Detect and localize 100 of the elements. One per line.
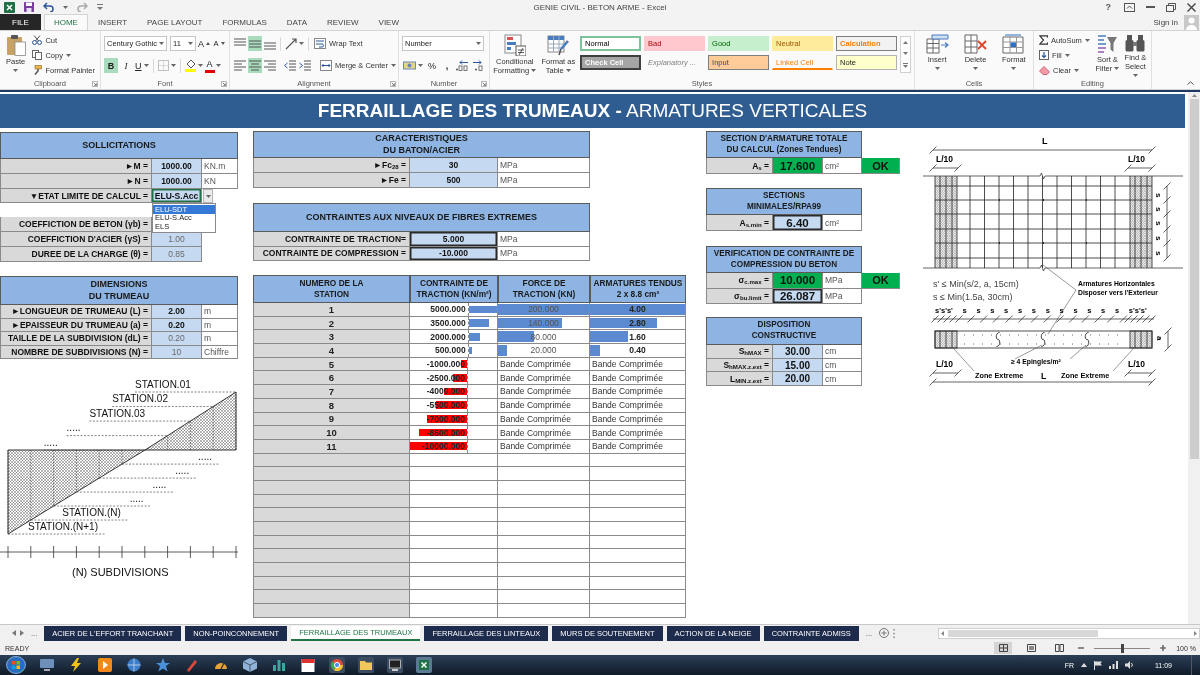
tray-arrow-icon[interactable] [1081,663,1087,667]
ribbon-tab[interactable]: VIEW [368,14,409,30]
field-label: A$_{s.min}$ = [706,215,773,231]
zoom-in-icon[interactable] [1160,645,1167,651]
terminal-icon[interactable] [387,657,403,673]
caret-icon [531,69,537,73]
station-cell: 6 [253,371,410,386]
ribbon-display-icon[interactable] [1124,2,1135,12]
folder-icon[interactable] [358,657,374,673]
section-header: VERIFICATION DE CONTRAINTE DE COMPRESSION DU BETON [706,246,862,273]
dimension-line [1164,327,1172,352]
percent-button[interactable]: % [425,58,439,73]
decrease-indent-button[interactable] [283,58,297,73]
fill-color-button[interactable] [183,58,204,73]
network-icon[interactable] [1109,661,1118,669]
customize-toolbar-icon[interactable] [97,4,103,10]
save-icon[interactable] [24,2,34,12]
circle-logo-icon[interactable] [329,657,345,673]
font-color-button[interactable]: A [204,58,215,73]
star-icon[interactable] [155,657,171,673]
normal-view-button[interactable] [994,642,1013,654]
station-label: STATION.02 [112,393,168,405]
globe-icon[interactable] [126,657,142,673]
decrease-decimal-button[interactable] [471,58,486,73]
play-icon[interactable] [97,657,113,673]
page-break-icon [1054,644,1064,652]
spreadsheet-logo-icon[interactable] [416,657,432,673]
ribbon-tab[interactable]: FORMULAS [212,14,277,30]
dialog-launcher-icon[interactable] [92,80,98,87]
caret-icon [418,64,423,67]
underline-button[interactable]: U [134,58,150,73]
spreadsheet-logo-icon[interactable] [4,1,15,13]
banknote-icon [403,60,416,71]
unit-cell: cm² [823,215,862,231]
speaker-icon[interactable] [1125,661,1134,669]
vertical-scrollbar[interactable] [1188,92,1200,624]
help-button[interactable]: ? [1103,1,1113,13]
cell-value: 3500.000 [430,318,466,329]
scroll-down-icon[interactable] [903,52,909,55]
pen-icon[interactable] [184,657,200,673]
collapse-ribbon-icon[interactable] [1187,81,1194,85]
dropdown-field[interactable]: ELU-S.Acc [152,189,202,203]
spacing-label: s [1154,221,1163,226]
unit-cell: MPa [498,158,590,173]
monitor-icon[interactable] [39,657,55,673]
ribbon-tab[interactable]: REVIEW [317,14,369,30]
bold-button[interactable]: B [104,58,118,73]
scrollbar-thumb[interactable] [1189,99,1199,459]
undo-icon[interactable] [43,2,54,12]
value-cell: 10.000 [773,273,823,289]
spacing-label: s [1154,207,1163,212]
dimension-line [929,164,962,172]
close-icon[interactable] [1187,2,1196,12]
section-header: DIMENSIONS DU TRUMEAU [0,276,238,305]
caret-icon [197,64,203,67]
scroll-up-icon[interactable] [1191,94,1197,97]
ribbon-tab[interactable]: PAGE LAYOUT [137,14,213,30]
scroll-right-icon[interactable] [1194,630,1197,636]
sign-in-link[interactable]: Sign in [1153,17,1178,27]
increase-indent-button[interactable] [298,58,312,73]
ribbon-tab[interactable]: FILE [0,14,41,30]
orientation-button[interactable] [284,36,305,51]
caret-icon [1073,68,1079,72]
station-cell: 4 [253,344,410,358]
cell-value: 500.000 [434,345,466,356]
start-orb-icon[interactable] [6,656,26,674]
station-label: ..... [43,436,58,448]
borders-icon [157,60,169,71]
more-styles-icon[interactable] [903,63,909,68]
restore-icon[interactable] [1166,2,1176,12]
scroll-up-icon[interactable] [903,41,909,44]
ribbon-tab[interactable]: HOME [43,14,88,30]
dropdown-button[interactable] [203,189,213,203]
borders-button[interactable] [156,58,177,73]
calendar-icon[interactable] [300,657,316,673]
slider-thumb[interactable] [1120,643,1124,653]
dialog-launcher-icon[interactable] [481,80,487,87]
leader-line [1069,344,1087,360]
caret-icon [1132,73,1138,77]
cube-icon[interactable] [242,657,258,673]
italic-button[interactable]: I [119,58,133,73]
accounting-format-button[interactable] [402,58,424,73]
flag-icon[interactable] [1094,660,1102,670]
add-sheet-icon[interactable] [879,628,890,638]
dimension-label: L [1042,136,1048,146]
scrollbar-thumb[interactable] [948,629,1098,637]
scroll-left-icon[interactable] [941,630,944,636]
grow-font-button[interactable]: A [197,36,211,51]
lightning-icon[interactable] [68,657,84,673]
dialog-launcher-icon[interactable] [221,80,227,87]
increase-decimal-button[interactable] [455,58,470,73]
bar-chart-icon[interactable] [271,657,287,673]
next-sheet-icon[interactable] [20,630,24,636]
ribbon-tab[interactable]: INSERT [87,14,138,30]
comma-style-button[interactable]: , [440,58,454,73]
ribbon-tab[interactable]: DATA [276,14,317,30]
horizontal-scrollbar[interactable] [938,627,1200,639]
caret-icon [188,42,193,45]
previous-sheet-icon[interactable] [12,630,16,636]
dialog-launcher-icon[interactable] [390,80,396,87]
